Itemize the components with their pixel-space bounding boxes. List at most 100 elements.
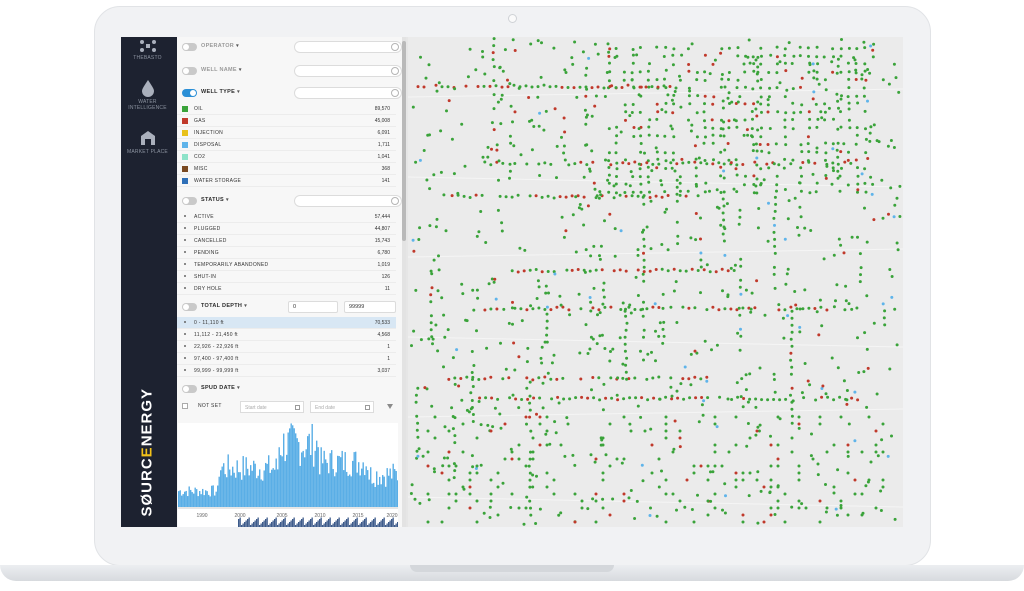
well-marker [759,183,763,187]
well-type-item[interactable]: GAS 45,008 [174,115,396,127]
well-marker [447,478,451,482]
well-marker [538,415,542,419]
well-marker [442,456,446,460]
well-type-item[interactable]: DISPOSAL 1,711 [174,139,396,151]
histogram-bar-secondary [353,520,355,527]
status-toggle[interactable] [182,197,197,205]
histogram-bar [296,438,298,507]
operator-toggle[interactable] [182,43,197,51]
well-marker [490,147,493,151]
well-marker [744,85,747,89]
well-marker [548,85,552,89]
status-item[interactable]: PLUGGED 44,807 [174,223,396,235]
item-count: 1 [387,356,390,362]
well-marker [454,464,458,468]
operator-dropdown[interactable] [294,41,402,53]
start-date-input[interactable]: Start date [240,401,304,413]
panel-scrollbar[interactable] [402,37,406,527]
status-item[interactable]: TEMPORARILY ABANDONED 1,019 [174,259,396,271]
depth-range-item[interactable]: 0 - 11,110 ft 70,533 [174,317,396,329]
well-marker [522,269,526,273]
spud-date-toggle[interactable] [182,385,197,393]
well-marker [726,96,730,100]
well-marker [808,117,812,121]
spud-date-histogram[interactable]: 1990 2000 2005 2010 2015 2020 [178,423,398,527]
bullet-icon [184,321,186,323]
well-marker [565,416,569,420]
well-marker [669,376,673,380]
well-type-toggle[interactable] [182,89,197,97]
legend-swatch [182,166,188,172]
well-marker [591,337,595,341]
well-map[interactable] [408,37,903,527]
histogram-bar [338,456,340,507]
well-type-item[interactable]: INJECTION 6,091 [174,127,396,139]
well-marker [721,289,724,293]
status-item[interactable]: CANCELLED 15,743 [174,235,396,247]
well-marker [809,454,813,458]
well-marker [528,471,532,475]
well-marker [675,508,678,512]
well-marker [818,298,822,302]
well-name-toggle[interactable] [182,67,197,75]
well-marker [881,302,885,306]
histogram-bar-secondary [355,519,357,527]
nav-item-water-intelligence[interactable]: WATER INTELLIGENCE [121,79,174,111]
well-marker [872,123,876,127]
status-item[interactable]: ACTIVE 57,444 [174,211,396,223]
well-type-item[interactable]: MISC 368 [174,163,396,175]
well-marker [868,131,872,135]
depth-range-item[interactable]: 97,400 - 97,400 ft 1 [174,353,396,365]
filter-icon[interactable] [387,404,393,409]
not-set-checkbox[interactable] [182,403,188,409]
well-marker [608,422,612,426]
end-date-input[interactable]: End date [310,401,374,413]
well-marker [814,398,818,402]
depth-range-item[interactable]: 99,999 - 99,999 ft 3,037 [174,365,396,377]
depth-max-input[interactable]: 99999 [344,301,396,313]
well-marker [429,328,433,332]
well-marker [774,142,778,146]
well-type-item[interactable]: OIL 89,570 [174,103,396,115]
well-marker [498,412,502,416]
histogram-bar [388,475,390,507]
well-marker [529,506,532,510]
well-marker [627,162,631,166]
nav-item-market-place[interactable]: MARKET PLACE [121,129,174,155]
well-marker [823,78,827,82]
status-item[interactable]: SHUT-IN 126 [174,271,396,283]
well-marker [649,247,653,251]
well-type-dropdown[interactable] [294,87,402,99]
well-marker [643,151,646,155]
well-name-dropdown[interactable] [294,65,402,77]
well-marker [706,513,710,517]
well-marker [746,55,750,59]
well-marker [742,183,746,187]
well-marker [612,269,616,273]
well-marker [613,56,617,59]
well-marker [471,413,475,416]
depth-range-item[interactable]: 22,926 - 22,926 ft 1 [174,341,396,353]
status-item[interactable]: PENDING 6,780 [174,247,396,259]
depth-range-item[interactable]: 11,112 - 21,450 ft 4,568 [174,329,396,341]
well-marker [793,196,797,200]
well-marker [491,58,495,62]
nav-item-thebasto[interactable]: THEBASTO [121,39,174,61]
depth-min-input[interactable]: 0 [288,301,338,313]
well-marker [778,398,782,402]
status-dropdown[interactable] [294,195,402,207]
well-marker [424,76,428,80]
well-marker [722,218,726,222]
well-type-item[interactable]: CO2 1,041 [174,151,396,163]
well-marker [506,78,509,82]
scrollbar-thumb[interactable] [402,41,406,241]
well-marker [801,307,805,311]
status-item[interactable]: DRY HOLE 11 [174,283,396,295]
histogram-bar [293,428,295,507]
total-depth-toggle[interactable] [182,303,197,311]
well-marker [711,305,715,309]
well-marker [753,306,757,310]
well-type-item[interactable]: WATER STORAGE 141 [174,175,396,187]
well-marker [717,161,721,165]
well-marker [501,377,505,381]
